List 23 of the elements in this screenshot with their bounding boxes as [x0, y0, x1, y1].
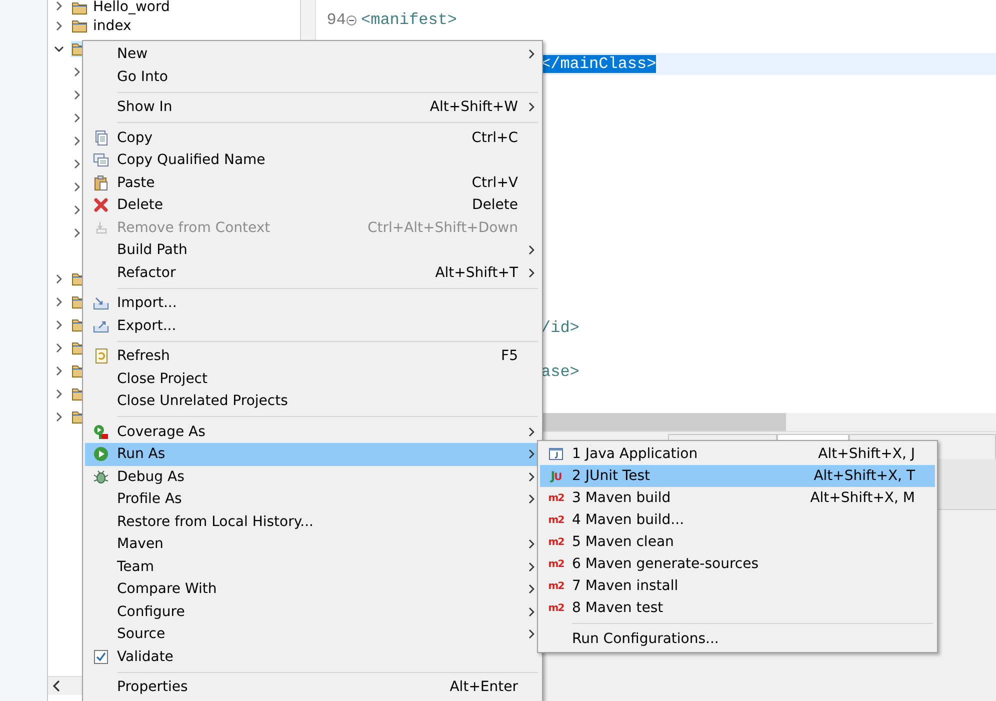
maven-icon: m2 [548, 536, 564, 548]
code-text: ase> [541, 363, 580, 381]
shortcut-text: Alt+Shift+X, T [814, 468, 916, 484]
maven-icon: m2 [548, 492, 564, 504]
shortcut-text: Alt+Enter [450, 679, 519, 696]
maven-icon: m2 [548, 580, 564, 592]
shortcut-text: Alt+Shift+X, M [810, 490, 916, 506]
shortcut-text: Ctrl+Alt+Shift+Down [367, 220, 519, 236]
shortcut-text: Ctrl+C [472, 130, 519, 146]
code-text: </mainClass> [541, 55, 656, 73]
shortcut-text: Ctrl+V [472, 174, 519, 191]
maven-icon: m2 [548, 602, 564, 614]
shortcut-text: Alt+Shift+W [430, 99, 519, 116]
maven-icon: m2 [548, 514, 564, 526]
junit-icon: JU [550, 469, 562, 483]
shortcut-text: Delete [472, 197, 519, 214]
code-text: /id> [541, 319, 580, 337]
maven-icon: m2 [548, 558, 564, 570]
code-text: <manifest> [361, 11, 458, 29]
shortcut-text: Alt+Shift+T [435, 264, 520, 281]
shortcut-text: Alt+Shift+X, J [818, 446, 916, 462]
shortcut-text: F5 [501, 348, 519, 364]
line-number: 94 [326, 11, 346, 29]
